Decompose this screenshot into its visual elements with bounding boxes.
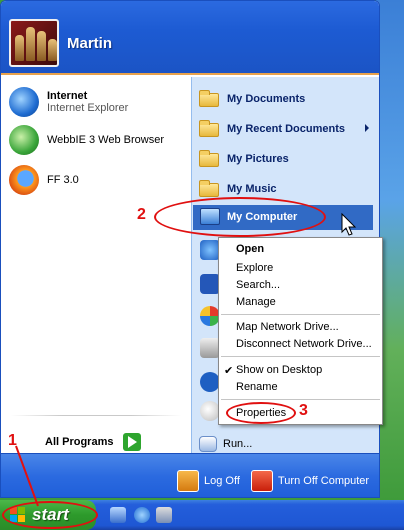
mouse-cursor-icon <box>341 212 357 236</box>
annotation-step-3: 3 <box>299 402 308 419</box>
annotation-ellipse-my-computer <box>154 197 326 237</box>
annotation-step-2: 2 <box>137 206 146 223</box>
annotation-overlay <box>15 212 357 507</box>
annotation-ellipse-properties <box>226 402 296 424</box>
annotation-pointer-line <box>15 445 39 507</box>
annotation-step-1: 1 <box>8 432 17 449</box>
annotation-ellipse-start <box>2 501 98 529</box>
